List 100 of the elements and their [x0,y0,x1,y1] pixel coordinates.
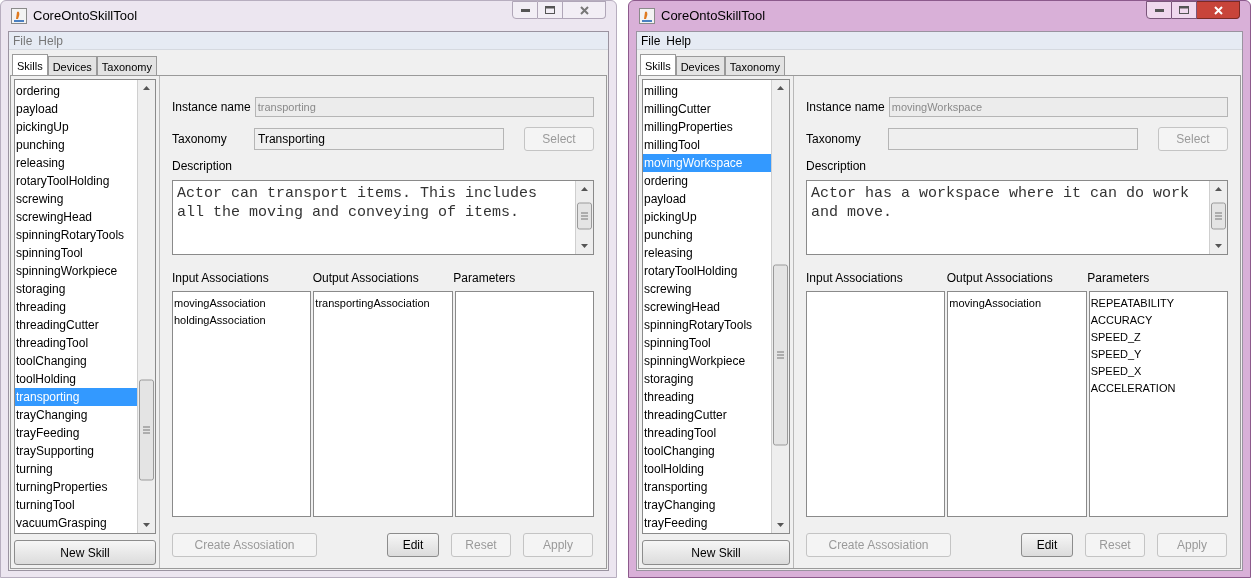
list-item[interactable]: trayChanging [643,496,771,514]
list-item[interactable]: storaging [15,280,137,298]
column-header: Parameters [1087,270,1151,287]
list-item[interactable]: spinningRotaryTools [15,226,137,244]
close-icon [579,5,589,15]
tab[interactable]: Devices [47,56,97,75]
list-item[interactable]: payload [15,100,137,118]
list-item[interactable]: transporting [643,478,771,496]
list-item[interactable]: rotaryToolHolding [15,172,137,190]
list-item[interactable]: screwingHead [643,298,771,316]
tab[interactable]: Taxonomy [96,56,157,75]
window-title: CoreOntoSkillTool [33,7,138,26]
list-item[interactable]: REPEATABILITY [1090,295,1226,312]
minimize-icon [520,8,530,12]
list-item[interactable]: screwing [15,190,137,208]
column-header: Output Associations [946,270,1054,287]
list-item[interactable]: turning [15,460,137,478]
list-item[interactable]: turningTool [15,496,137,514]
list-item[interactable]: trayChanging [15,406,137,424]
taxonomy-field[interactable]: Transporting [254,128,504,150]
list-item[interactable]: spinningRotaryTools [643,316,771,334]
column-header: Output Associations [312,270,420,287]
edit-button[interactable]: Edit [387,533,439,557]
minimize-button[interactable] [512,1,538,19]
list-item[interactable]: threadingTool [643,424,771,442]
list-item[interactable]: pickingUp [643,208,771,226]
list-item[interactable]: spinningWorkpiece [15,262,137,280]
list-item[interactable]: millingCutter [643,100,771,118]
menu-item[interactable]: Help [665,31,693,50]
list-item[interactable]: releasing [15,154,137,172]
list-item[interactable]: transportingAssociation [315,295,451,312]
list-item[interactable]: toolHolding [643,460,771,478]
tab[interactable]: Devices [675,56,725,75]
description-label: Description [172,158,234,175]
list-item[interactable]: payload [643,190,771,208]
tab[interactable]: Taxonomy [724,56,785,75]
column-header: Parameters [453,270,517,287]
maximize-button[interactable] [538,1,563,19]
list-item[interactable]: turningProperties [15,478,137,496]
maximize-icon [1179,6,1189,14]
list-item[interactable]: ordering [643,172,771,190]
list-item[interactable]: storaging [643,370,771,388]
list-item[interactable]: ACCURACY [1090,312,1226,329]
list-item[interactable]: threadingCutter [15,316,137,334]
field-label: Taxonomy [806,131,862,148]
list-item[interactable]: ACCELERATION [1090,380,1226,397]
taxonomy-field[interactable] [888,128,1138,150]
list-item[interactable]: punching [15,136,137,154]
scrollbar[interactable] [772,80,789,533]
list-item[interactable]: threading [15,298,137,316]
maximize-icon [545,6,555,14]
tab[interactable]: Skills [12,54,48,75]
minimize-icon [1154,8,1164,12]
list-item[interactable]: releasing [643,244,771,262]
list-item[interactable]: millingTool [643,136,771,154]
edit-button[interactable]: Edit [1021,533,1073,557]
maximize-button[interactable] [1172,1,1197,19]
list-item[interactable]: SPEED_X [1090,363,1226,380]
list-item[interactable]: SPEED_Z [1090,329,1226,346]
list-item[interactable]: trayFeeding [15,424,137,442]
field-label: Instance name [172,99,251,116]
tab[interactable]: Skills [640,54,676,75]
column-header: Input Associations [806,270,904,287]
column-header: Input Associations [172,270,270,287]
list-item[interactable]: threadingTool [15,334,137,352]
minimize-button[interactable] [1146,1,1172,19]
menu-item[interactable]: Help [37,31,65,50]
list-item[interactable]: threadingCutter [643,406,771,424]
list-item[interactable]: rotaryToolHolding [643,262,771,280]
list-item[interactable]: millingProperties [643,118,771,136]
list-item[interactable]: toolHolding [15,370,137,388]
new-skill-button[interactable]: New Skill [14,540,156,565]
list-item[interactable]: milling [643,82,771,100]
list-item[interactable]: punching [643,226,771,244]
description-label: Description [806,158,868,175]
list-item[interactable]: holdingAssociation [174,312,310,329]
list-item[interactable]: traySupporting [15,442,137,460]
field-label: Instance name [806,99,885,116]
list-item[interactable]: toolChanging [15,352,137,370]
list-item[interactable]: SPEED_Y [1090,346,1226,363]
app-icon [11,8,27,24]
list-item[interactable]: spinningTool [643,334,771,352]
list-item[interactable]: movingAssociation [949,295,1085,312]
menu-item[interactable]: File [12,31,34,50]
list-item[interactable]: screwingHead [15,208,137,226]
list-item[interactable]: spinningTool [15,244,137,262]
list-item[interactable]: trayFeeding [643,514,771,532]
scrollbar[interactable] [138,80,155,533]
list-item[interactable]: threading [643,388,771,406]
list-item[interactable]: ordering [15,82,137,100]
list-item[interactable]: movingAssociation [174,295,310,312]
list-item[interactable]: vacuumGrasping [15,514,137,532]
list-item[interactable]: spinningWorkpiece [643,352,771,370]
list-item[interactable]: screwing [643,280,771,298]
list-item[interactable]: pickingUp [15,118,137,136]
app-icon [639,8,655,24]
new-skill-button[interactable]: New Skill [642,540,790,565]
close-button[interactable] [1197,1,1240,19]
list-item[interactable]: toolChanging [643,442,771,460]
menu-item[interactable]: File [640,31,662,50]
